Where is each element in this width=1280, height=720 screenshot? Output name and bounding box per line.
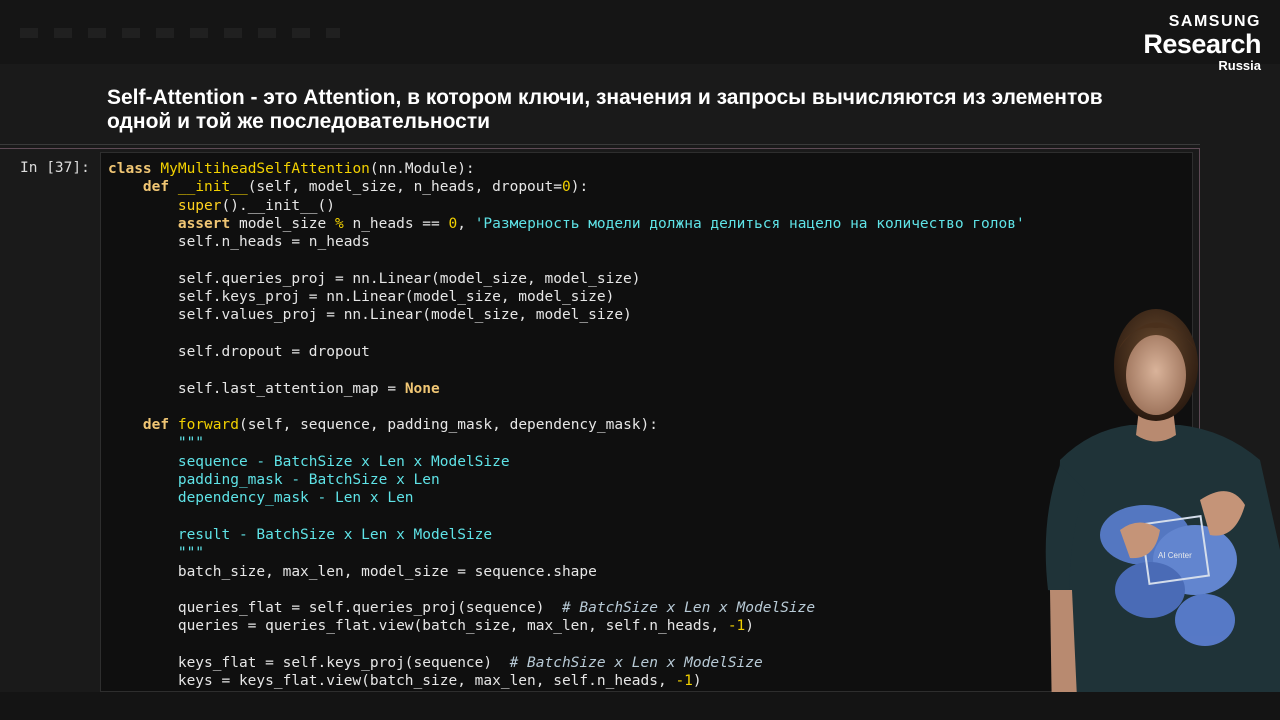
- slide-heading: Self-Attention - это Attention, в которо…: [107, 86, 1103, 133]
- cell-separator: [0, 144, 1200, 145]
- code-line[interactable]: def __init__(self, model_size, n_heads, …: [108, 178, 1192, 196]
- samsung-research-logo: SAMSUNG Research Russia: [1143, 13, 1261, 73]
- logo-line-3: Russia: [1218, 58, 1261, 73]
- notebook-toolbar: [0, 0, 1280, 64]
- bottom-bar: [0, 692, 1280, 720]
- code-line[interactable]: super().__init__(): [108, 197, 1192, 215]
- code-line[interactable]: class MyMultiheadSelfAttention(nn.Module…: [108, 160, 1192, 178]
- code-line[interactable]: assert model_size % n_heads == 0, 'Разме…: [108, 215, 1192, 233]
- cell-prompt: In [37]:: [20, 160, 90, 176]
- code-text[interactable]: class MyMultiheadSelfAttention(nn.Module…: [101, 153, 1192, 691]
- code-line[interactable]: self.queries_proj = nn.Linear(model_size…: [108, 270, 1192, 288]
- logo-line-2: Research: [1143, 29, 1261, 59]
- presenter-video: AI Center: [1045, 309, 1280, 720]
- shirt-logo-text: AI Center: [1158, 551, 1192, 560]
- logo-line-1: SAMSUNG: [1168, 13, 1261, 30]
- toolbar-icons: [20, 28, 340, 38]
- code-line[interactable]: self.n_heads = n_heads: [108, 233, 1192, 251]
- code-line[interactable]: ​: [108, 251, 1192, 269]
